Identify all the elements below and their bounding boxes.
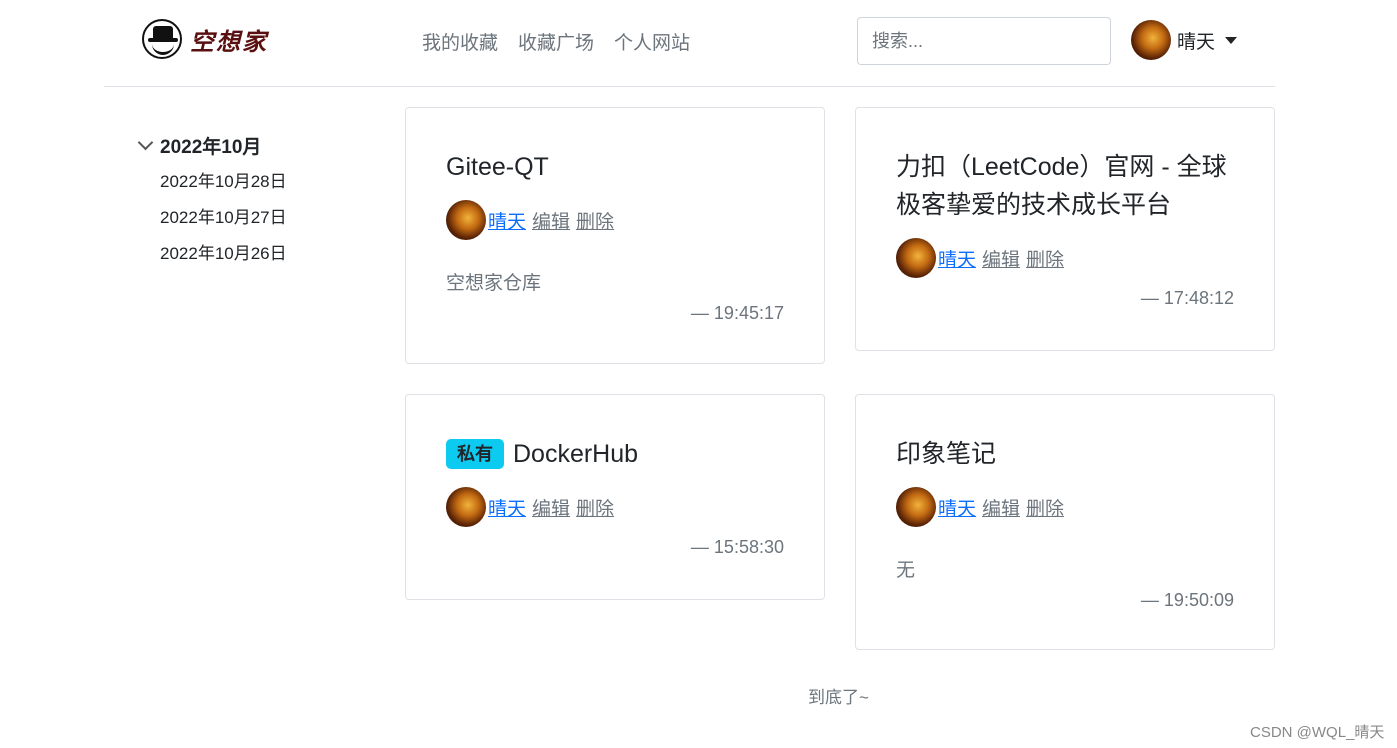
day-item[interactable]: 2022年10月28日	[160, 173, 287, 209]
bookmark-card: Gitee-QT 晴天 编辑 删除 空想家仓库 — 19:45:17	[405, 107, 825, 364]
card-meta: 晴天 编辑 删除	[896, 238, 1234, 278]
delete-link[interactable]: 删除	[576, 494, 614, 521]
brand-logo[interactable]: 空想家	[142, 19, 268, 59]
end-of-list-note: 到底了~	[808, 688, 869, 707]
bookmark-card: 印象笔记 晴天 编辑 删除 无 — 19:50:09	[855, 394, 1275, 650]
edit-link[interactable]: 编辑	[982, 245, 1020, 272]
private-badge: 私有	[446, 439, 504, 469]
card-title[interactable]: Gitee-QT	[446, 148, 784, 186]
nav-favorites-plaza[interactable]: 收藏广场	[518, 28, 594, 55]
chevron-down-icon	[137, 134, 154, 151]
avatar	[896, 487, 936, 527]
navbar: 空想家 我的收藏 收藏广场 个人网站 晴天	[104, 0, 1275, 87]
card-meta: 晴天 编辑 删除	[446, 487, 784, 527]
card-title[interactable]: 力扣（LeetCode）官网 - 全球极客挚爱的技术成长平台	[896, 148, 1234, 224]
card-description: 无	[896, 560, 916, 581]
month-group-toggle[interactable]: 2022年10月	[136, 132, 287, 159]
avatar	[446, 200, 486, 240]
edit-link[interactable]: 编辑	[532, 494, 570, 521]
brand-name: 空想家	[190, 26, 268, 56]
card-description: 空想家仓库	[446, 273, 542, 294]
main-nav: 我的收藏 收藏广场 个人网站	[422, 28, 690, 55]
date-sidebar: 2022年10月 2022年10月28日 2022年10月27日 2022年10…	[136, 132, 287, 281]
user-menu-toggle[interactable]: 晴天	[1131, 20, 1238, 60]
watermark: CSDN @WQL_晴天	[1250, 724, 1385, 741]
bookmark-card: 私有 DockerHub 晴天 编辑 删除 — 15:58:30	[405, 394, 825, 600]
avatar	[1131, 20, 1171, 60]
author-link[interactable]: 晴天	[488, 494, 526, 521]
card-title[interactable]: DockerHub	[513, 435, 638, 473]
edit-link[interactable]: 编辑	[532, 207, 570, 234]
nav-my-favorites[interactable]: 我的收藏	[422, 28, 498, 55]
card-title[interactable]: 印象笔记	[896, 435, 1234, 473]
card-time: — 15:58:30	[690, 537, 784, 557]
nav-personal-site[interactable]: 个人网站	[614, 28, 690, 55]
card-meta: 晴天 编辑 删除	[446, 200, 784, 240]
logo-icon	[142, 19, 182, 59]
author-link[interactable]: 晴天	[938, 494, 976, 521]
day-list: 2022年10月28日 2022年10月27日 2022年10月26日	[160, 173, 287, 281]
user-name: 晴天	[1177, 31, 1216, 53]
delete-link[interactable]: 删除	[1026, 494, 1064, 521]
card-title-row: 私有 DockerHub	[446, 435, 784, 473]
avatar	[896, 238, 936, 278]
delete-link[interactable]: 删除	[1026, 245, 1064, 272]
day-item[interactable]: 2022年10月26日	[160, 245, 287, 281]
card-time: — 19:45:17	[690, 303, 784, 323]
month-label: 2022年10月	[160, 137, 262, 158]
author-link[interactable]: 晴天	[938, 245, 976, 272]
card-time: — 17:48:12	[1140, 288, 1234, 308]
bookmark-card: 力扣（LeetCode）官网 - 全球极客挚爱的技术成长平台 晴天 编辑 删除 …	[855, 107, 1275, 351]
avatar	[446, 487, 486, 527]
day-item[interactable]: 2022年10月27日	[160, 209, 287, 245]
caret-down-icon	[1225, 36, 1238, 44]
delete-link[interactable]: 删除	[576, 207, 614, 234]
card-time: — 19:50:09	[1140, 590, 1234, 610]
card-meta: 晴天 编辑 删除	[896, 487, 1234, 527]
search-input[interactable]	[857, 17, 1111, 65]
edit-link[interactable]: 编辑	[982, 494, 1020, 521]
author-link[interactable]: 晴天	[488, 207, 526, 234]
